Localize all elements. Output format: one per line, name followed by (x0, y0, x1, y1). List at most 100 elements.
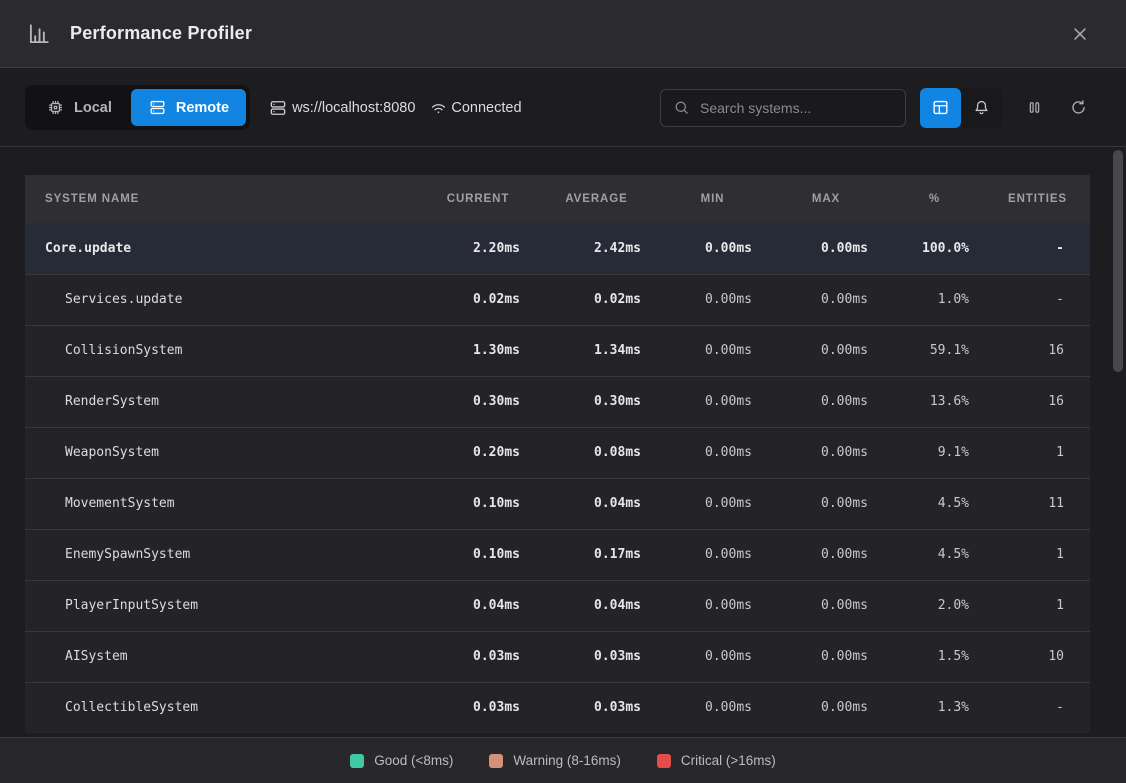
current-cell: 0.20ms (420, 427, 536, 478)
alerts-button[interactable] (961, 88, 1002, 128)
entities-cell: 16 (985, 325, 1090, 376)
entities-cell: - (985, 274, 1090, 325)
average-cell: 0.04ms (536, 580, 657, 631)
entities-cell: 11 (985, 478, 1090, 529)
system-name-cell: Core.update (25, 223, 420, 274)
refresh-button[interactable] (1060, 88, 1096, 128)
table-row[interactable]: Core.update2.20ms2.42ms0.00ms0.00ms100.0… (25, 223, 1090, 274)
column-header-entities[interactable]: ENTITIES (985, 175, 1090, 223)
percent-cell: 4.5% (884, 478, 985, 529)
column-header-current[interactable]: CURRENT (420, 175, 536, 223)
max-cell: 0.00ms (768, 223, 884, 274)
local-tab[interactable]: Local (29, 89, 129, 126)
table-area: SYSTEM NAMECURRENTAVERAGEMINMAX%ENTITIES… (0, 148, 1126, 737)
pause-icon (1025, 98, 1044, 117)
view-toggle-group (920, 88, 1002, 128)
systems-table: SYSTEM NAMECURRENTAVERAGEMINMAX%ENTITIES… (25, 175, 1090, 733)
current-cell: 0.30ms (420, 376, 536, 427)
current-cell: 1.30ms (420, 325, 536, 376)
percent-cell: 13.6% (884, 376, 985, 427)
percent-cell: 9.1% (884, 427, 985, 478)
table-row[interactable]: CollisionSystem1.30ms1.34ms0.00ms0.00ms5… (25, 325, 1090, 376)
local-tab-label: Local (74, 100, 112, 116)
average-cell: 0.03ms (536, 631, 657, 682)
column-header-max[interactable]: MAX (768, 175, 884, 223)
average-cell: 0.02ms (536, 274, 657, 325)
average-cell: 0.30ms (536, 376, 657, 427)
close-button[interactable] (1060, 14, 1100, 54)
system-name-cell: RenderSystem (25, 376, 420, 427)
bell-icon (972, 98, 991, 117)
titlebar: Performance Profiler (0, 0, 1126, 68)
percent-cell: 1.5% (884, 631, 985, 682)
percent-cell: 4.5% (884, 529, 985, 580)
max-cell: 0.00ms (768, 580, 884, 631)
max-cell: 0.00ms (768, 325, 884, 376)
table-row[interactable]: WeaponSystem0.20ms0.08ms0.00ms0.00ms9.1%… (25, 427, 1090, 478)
column-header-[interactable]: % (884, 175, 985, 223)
table-row[interactable]: EnemySpawnSystem0.10ms0.17ms0.00ms0.00ms… (25, 529, 1090, 580)
table-layout-icon (931, 98, 950, 117)
percent-cell: 2.0% (884, 580, 985, 631)
average-cell: 0.17ms (536, 529, 657, 580)
max-cell: 0.00ms (768, 682, 884, 733)
source-toggle: Local Remote (25, 85, 250, 130)
min-cell: 0.00ms (657, 325, 768, 376)
bar-chart-icon (26, 21, 52, 47)
table-row[interactable]: AISystem0.03ms0.03ms0.00ms0.00ms1.5%10 (25, 631, 1090, 682)
entities-cell: 10 (985, 631, 1090, 682)
min-cell: 0.00ms (657, 529, 768, 580)
system-name-cell: AISystem (25, 631, 420, 682)
table-row[interactable]: CollectibleSystem0.03ms0.03ms0.00ms0.00m… (25, 682, 1090, 733)
column-header-min[interactable]: MIN (657, 175, 768, 223)
current-cell: 0.10ms (420, 529, 536, 580)
table-view-button[interactable] (920, 88, 961, 128)
average-cell: 0.08ms (536, 427, 657, 478)
min-cell: 0.00ms (657, 223, 768, 274)
entities-cell: 1 (985, 427, 1090, 478)
table-row[interactable]: Services.update0.02ms0.02ms0.00ms0.00ms1… (25, 274, 1090, 325)
system-name-cell: CollectibleSystem (25, 682, 420, 733)
wifi-icon (429, 98, 448, 117)
current-cell: 0.10ms (420, 478, 536, 529)
max-cell: 0.00ms (768, 274, 884, 325)
system-name-cell: EnemySpawnSystem (25, 529, 420, 580)
percent-cell: 100.0% (884, 223, 985, 274)
remote-tab[interactable]: Remote (131, 89, 246, 126)
legend-label: Good (<8ms) (374, 753, 453, 768)
column-header-system-name[interactable]: SYSTEM NAME (25, 175, 420, 223)
legend-swatch (657, 754, 671, 768)
legend: Good (<8ms)Warning (8-16ms)Critical (>16… (0, 737, 1126, 783)
connection-info: ws://localhost:8080 Connected (268, 98, 521, 118)
entities-cell: 1 (985, 529, 1090, 580)
table-header-row: SYSTEM NAMECURRENTAVERAGEMINMAX%ENTITIES (25, 175, 1090, 223)
system-name-cell: Services.update (25, 274, 420, 325)
connection-status: Connected (429, 98, 521, 117)
percent-cell: 59.1% (884, 325, 985, 376)
current-cell: 0.02ms (420, 274, 536, 325)
vertical-scrollbar[interactable] (1113, 150, 1123, 372)
search-input[interactable] (700, 100, 893, 116)
system-name-cell: MovementSystem (25, 478, 420, 529)
column-header-average[interactable]: AVERAGE (536, 175, 657, 223)
percent-cell: 1.0% (884, 274, 985, 325)
page-title: Performance Profiler (70, 23, 252, 44)
refresh-icon (1069, 98, 1088, 117)
search-box (660, 89, 906, 127)
min-cell: 0.00ms (657, 478, 768, 529)
table-row[interactable]: PlayerInputSystem0.04ms0.04ms0.00ms0.00m… (25, 580, 1090, 631)
system-name-cell: CollisionSystem (25, 325, 420, 376)
min-cell: 0.00ms (657, 631, 768, 682)
table-row[interactable]: RenderSystem0.30ms0.30ms0.00ms0.00ms13.6… (25, 376, 1090, 427)
max-cell: 0.00ms (768, 529, 884, 580)
toolbar: Local Remote (0, 69, 1126, 147)
max-cell: 0.00ms (768, 631, 884, 682)
table-row[interactable]: MovementSystem0.10ms0.04ms0.00ms0.00ms4.… (25, 478, 1090, 529)
pause-button[interactable] (1016, 88, 1052, 128)
system-name-cell: PlayerInputSystem (25, 580, 420, 631)
min-cell: 0.00ms (657, 427, 768, 478)
legend-swatch (350, 754, 364, 768)
current-cell: 2.20ms (420, 223, 536, 274)
toolbar-right (660, 88, 1096, 128)
average-cell: 2.42ms (536, 223, 657, 274)
